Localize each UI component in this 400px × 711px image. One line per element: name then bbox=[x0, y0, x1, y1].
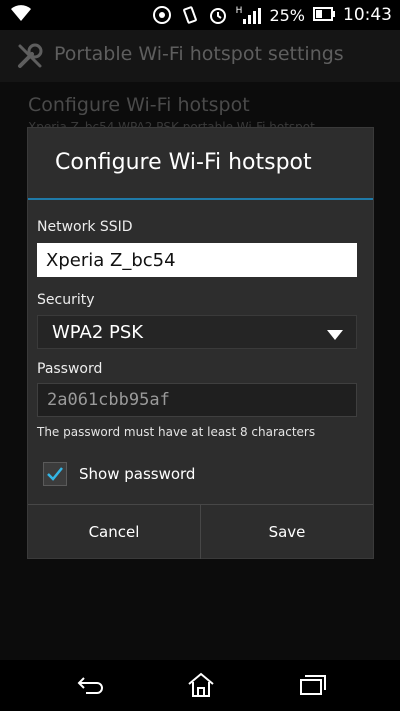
page-title: Portable Wi-Fi hotspot settings bbox=[54, 43, 344, 65]
show-password-checkbox[interactable] bbox=[43, 462, 67, 486]
vibrate-icon bbox=[180, 5, 200, 25]
sync-icon bbox=[152, 5, 172, 25]
status-bar: H 25% 10:43 bbox=[0, 0, 400, 30]
cancel-button[interactable]: Cancel bbox=[28, 505, 201, 559]
home-icon[interactable] bbox=[186, 672, 216, 698]
checkmark-icon bbox=[47, 467, 63, 481]
configure-hotspot-dialog: Configure Wi-Fi hotspot Network SSID Sec… bbox=[28, 128, 373, 559]
password-input[interactable] bbox=[37, 383, 357, 417]
password-label: Password bbox=[37, 361, 103, 377]
dialog-title: Configure Wi-Fi hotspot bbox=[55, 150, 312, 175]
ssid-input[interactable] bbox=[37, 243, 357, 277]
dropdown-arrow-icon bbox=[326, 326, 344, 345]
clock: 10:43 bbox=[343, 5, 392, 25]
navigation-bar bbox=[0, 660, 400, 711]
security-select[interactable]: WPA2 PSK bbox=[37, 315, 357, 349]
action-bar: Portable Wi-Fi hotspot settings bbox=[0, 30, 400, 83]
back-icon[interactable] bbox=[76, 672, 106, 698]
signal-icon: H bbox=[236, 6, 262, 24]
recent-apps-icon[interactable] bbox=[298, 672, 328, 698]
battery-percent: 25% bbox=[269, 5, 305, 25]
list-item-title: Configure Wi-Fi hotspot bbox=[28, 94, 250, 116]
security-value: WPA2 PSK bbox=[52, 322, 144, 343]
wrench-icon bbox=[16, 42, 44, 74]
title-divider bbox=[28, 198, 373, 200]
alarm-icon bbox=[208, 5, 228, 25]
wifi-icon bbox=[10, 5, 32, 27]
security-label: Security bbox=[37, 292, 95, 308]
dialog-button-bar: Cancel Save bbox=[28, 504, 373, 559]
password-hint: The password must have at least 8 charac… bbox=[37, 425, 316, 439]
save-button[interactable]: Save bbox=[201, 505, 373, 559]
show-password-label[interactable]: Show password bbox=[79, 465, 195, 483]
battery-icon bbox=[313, 6, 335, 25]
ssid-label: Network SSID bbox=[37, 219, 133, 235]
